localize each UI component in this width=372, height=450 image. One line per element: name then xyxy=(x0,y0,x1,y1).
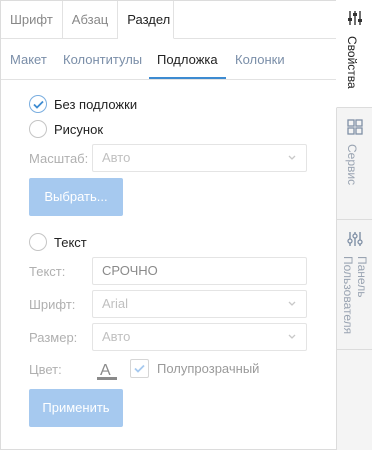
radio-text[interactable] xyxy=(29,233,47,251)
svg-text:A: A xyxy=(100,362,111,379)
font-label: Шрифт: xyxy=(29,297,76,312)
text-option-label: Текст xyxy=(54,234,87,250)
tab-font[interactable]: Шрифт xyxy=(1,1,63,39)
side-tab-service-label: Сервис xyxy=(345,144,359,186)
watermark-text-value: СРОЧНО xyxy=(102,263,158,278)
subtab-headers-footers[interactable]: Колонтитулы xyxy=(63,39,142,79)
no-watermark-label: Без подложки xyxy=(54,96,138,112)
font-value: Arial xyxy=(102,296,129,311)
radio-picture[interactable] xyxy=(29,120,47,138)
scale-select[interactable]: Авто xyxy=(92,144,307,172)
choose-picture-button[interactable]: Выбрать... xyxy=(29,178,123,216)
radio-no-watermark[interactable] xyxy=(29,95,47,113)
top-tab-bar: Шрифт Абзац Раздел xyxy=(1,1,175,39)
size-select[interactable]: Авто xyxy=(92,323,307,351)
check-icon xyxy=(134,364,145,373)
color-label: Цвет: xyxy=(29,362,62,377)
sub-tab-bar: Макет Колонтитулы Подложка Колонки xyxy=(1,39,336,80)
side-tab-user-panel[interactable]: Панель Пользователя xyxy=(337,220,372,350)
check-icon xyxy=(32,100,44,109)
picture-label: Рисунок xyxy=(54,121,104,137)
side-tab-service[interactable]: Сервис xyxy=(337,108,372,220)
semi-transparent-label: Полупрозрачный xyxy=(157,361,260,376)
scale-label: Масштаб: xyxy=(29,151,89,166)
text-field-label: Текст: xyxy=(29,264,66,279)
apply-button[interactable]: Применить xyxy=(29,389,123,427)
grid-icon xyxy=(347,119,363,135)
subtab-columns[interactable]: Колонки xyxy=(235,39,285,79)
font-color-icon[interactable]: A xyxy=(97,361,117,381)
tab-section[interactable]: Раздел xyxy=(118,1,175,39)
option-no-watermark[interactable]: Без подложки xyxy=(29,95,137,113)
watermark-text-input[interactable]: СРОЧНО xyxy=(92,257,307,285)
scale-value: Авто xyxy=(102,150,131,165)
subtab-watermark[interactable]: Подложка xyxy=(149,39,226,79)
chevron-down-icon xyxy=(288,301,296,306)
chevron-down-icon xyxy=(288,155,296,160)
option-picture[interactable]: Рисунок xyxy=(29,120,103,138)
size-value: Авто xyxy=(102,329,131,344)
option-text[interactable]: Текст xyxy=(29,233,87,251)
semi-transparent-checkbox[interactable] xyxy=(130,359,149,378)
tab-paragraph[interactable]: Абзац xyxy=(62,1,119,39)
subtab-layout[interactable]: Макет xyxy=(10,39,47,79)
settings-panel: Шрифт Абзац Раздел Макет Колонтитулы Под… xyxy=(0,0,336,450)
side-tab-properties[interactable]: Свойства xyxy=(336,0,372,108)
right-side-panel: Свойства Сервис Панель Пользователя xyxy=(336,0,372,450)
side-tab-properties-label: Свойства xyxy=(345,36,359,89)
side-tab-user-panel-label: Панель Пользователя xyxy=(341,256,369,335)
font-select[interactable]: Arial xyxy=(92,290,307,318)
sliders-icon xyxy=(348,11,362,25)
tools-icon xyxy=(347,232,363,246)
size-label: Размер: xyxy=(29,330,78,345)
chevron-down-icon xyxy=(288,334,296,339)
